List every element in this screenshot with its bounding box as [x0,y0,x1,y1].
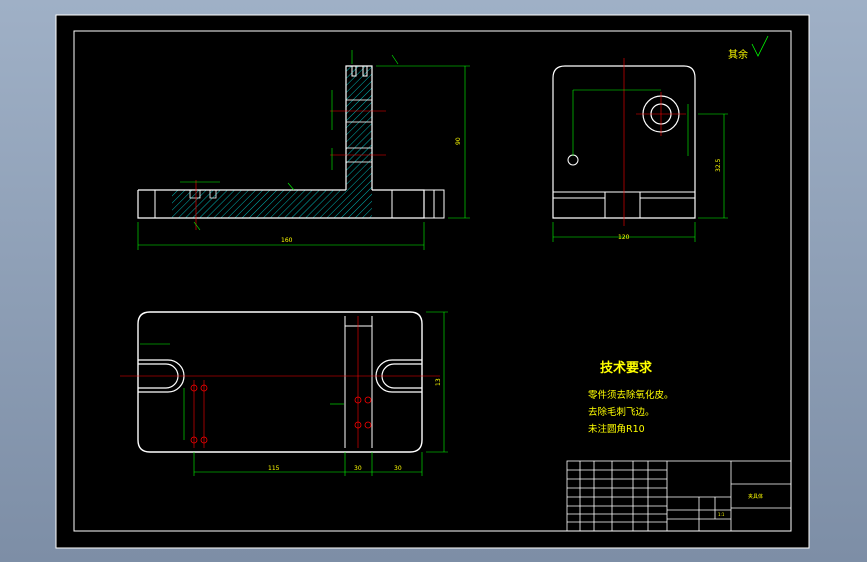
side-dim-height: 32.5 [715,158,722,172]
drawing-sheet [55,14,810,549]
top-dim-length: 115 [268,465,280,472]
cad-drawing-viewport[interactable]: 160 90 120 32.5 其余 115 30 30 13 技术要求 零件须… [0,0,867,562]
top-dim-height: 13 [435,378,442,386]
tech-requirement-2: 去除毛刺飞边。 [588,406,655,418]
roughness-note: 其余 [728,48,748,61]
title-block-part-name: 夹具体 [748,493,763,500]
tech-requirements-title: 技术要求 [600,360,653,376]
tech-requirement-1: 零件须去除氧化皮。 [588,389,674,401]
top-dim-right: 30 [394,465,402,472]
title-block-scale: 1:1 [718,512,725,517]
front-dim-height: 90 [455,137,462,145]
front-dim-length: 160 [281,237,293,244]
side-dim-width: 120 [618,234,630,241]
top-dim-offset: 30 [354,465,362,472]
tech-requirement-3: 未注圆角R10 [588,423,645,435]
